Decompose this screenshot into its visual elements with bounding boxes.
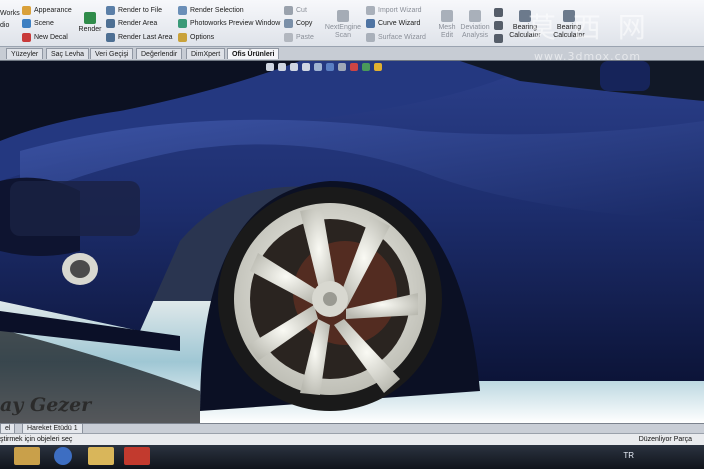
taskbar-browser-icon[interactable] (54, 447, 72, 465)
command-ribbon: Works dio Appearance Scene New Decal Ren… (0, 0, 704, 47)
apply-scene-icon[interactable] (362, 63, 370, 71)
zoom-area-icon[interactable] (278, 63, 286, 71)
curve-icon (366, 19, 375, 28)
language-indicator[interactable]: TR (623, 451, 634, 460)
options-icon (178, 33, 187, 42)
gear-icon (494, 8, 503, 17)
gear-icon (494, 21, 503, 30)
decal-icon (22, 33, 31, 42)
ribbon-left-partial-2: dio (0, 22, 10, 29)
surface-icon (366, 33, 375, 42)
appearance-button[interactable]: Appearance (22, 6, 72, 15)
gear-tool-1[interactable] (494, 8, 503, 17)
rendered-car-scene (0, 61, 704, 423)
import-icon (366, 6, 375, 15)
render-to-file-button[interactable]: Render to File (106, 6, 162, 15)
preview-window-icon (178, 19, 187, 28)
render-last-area-icon (106, 33, 115, 42)
surface-wizard-button[interactable]: Surface Wizard (366, 33, 426, 42)
gear-tool-2[interactable] (494, 21, 503, 30)
heads-up-view-toolbar (266, 63, 382, 71)
scanner-icon (337, 10, 349, 22)
deviation-analysis-button[interactable]: Deviation Analysis (456, 10, 494, 40)
edit-appearance-icon[interactable] (350, 63, 358, 71)
copy-icon (284, 19, 293, 28)
render-area-icon (106, 19, 115, 28)
cut-button[interactable]: Cut (284, 6, 307, 15)
ribbon-left-partial-1: Works (0, 10, 20, 17)
mesh-icon (441, 10, 453, 22)
tab-dimxpert[interactable]: DimXpert (186, 48, 226, 59)
hide-show-icon[interactable] (338, 63, 346, 71)
windows-taskbar: TR (0, 445, 704, 469)
taskbar-folder-icon[interactable] (88, 447, 114, 465)
curve-wizard-button[interactable]: Curve Wizard (366, 19, 420, 28)
graphics-viewport[interactable]: ay Gezer (0, 61, 704, 423)
display-style-icon[interactable] (326, 63, 334, 71)
copy-button[interactable]: Copy (284, 19, 312, 28)
tab-veri-gecisi[interactable]: Veri Geçişi (90, 48, 134, 59)
tab-yuzeyler[interactable]: Yüzeyler (6, 48, 44, 59)
watermark-logo: 莫 西 网 (528, 11, 650, 44)
view-orientation-icon[interactable] (314, 63, 322, 71)
deviation-icon (469, 10, 481, 22)
import-wizard-button[interactable]: Import Wizard (366, 6, 422, 15)
gear-icon (494, 34, 503, 43)
photoworks-preview-button[interactable]: Photoworks Preview Window (178, 19, 280, 28)
tab-sac-levha[interactable]: Saç Levha (46, 48, 90, 59)
tab-ofis-urunleri[interactable]: Ofis Ürünleri (227, 48, 280, 59)
artist-signature: ay Gezer (0, 394, 92, 416)
render-selection-button[interactable]: Render Selection (178, 6, 244, 15)
taskbar-app-1[interactable] (14, 447, 40, 465)
new-decal-button[interactable]: New Decal (22, 33, 68, 42)
render-file-icon (106, 6, 115, 15)
previous-view-icon[interactable] (290, 63, 298, 71)
watermark-url: www.3dmox.com (534, 50, 642, 63)
taskbar-solidworks-icon[interactable] (124, 447, 150, 465)
paste-icon (284, 33, 293, 42)
zoom-fit-icon[interactable] (266, 63, 274, 71)
render-area-button[interactable]: Render Area (106, 19, 157, 28)
tab-degerlendir[interactable]: Değerlendir (136, 48, 183, 59)
view-settings-icon[interactable] (374, 63, 382, 71)
scissors-icon (284, 6, 293, 15)
paste-button[interactable]: Paste (284, 33, 314, 42)
render-button[interactable]: Render (73, 12, 107, 34)
options-button[interactable]: Options (178, 33, 214, 42)
scene-icon (22, 19, 31, 28)
render-last-area-button[interactable]: Render Last Area (106, 33, 172, 42)
scene-button[interactable]: Scene (22, 19, 54, 28)
render-selection-icon (178, 6, 187, 15)
appearance-icon (22, 6, 31, 15)
gear-tool-3[interactable] (494, 34, 503, 43)
section-view-icon[interactable] (302, 63, 310, 71)
render-icon (84, 12, 96, 24)
nextengine-scan-button[interactable]: NextEngine Scan (324, 10, 362, 40)
